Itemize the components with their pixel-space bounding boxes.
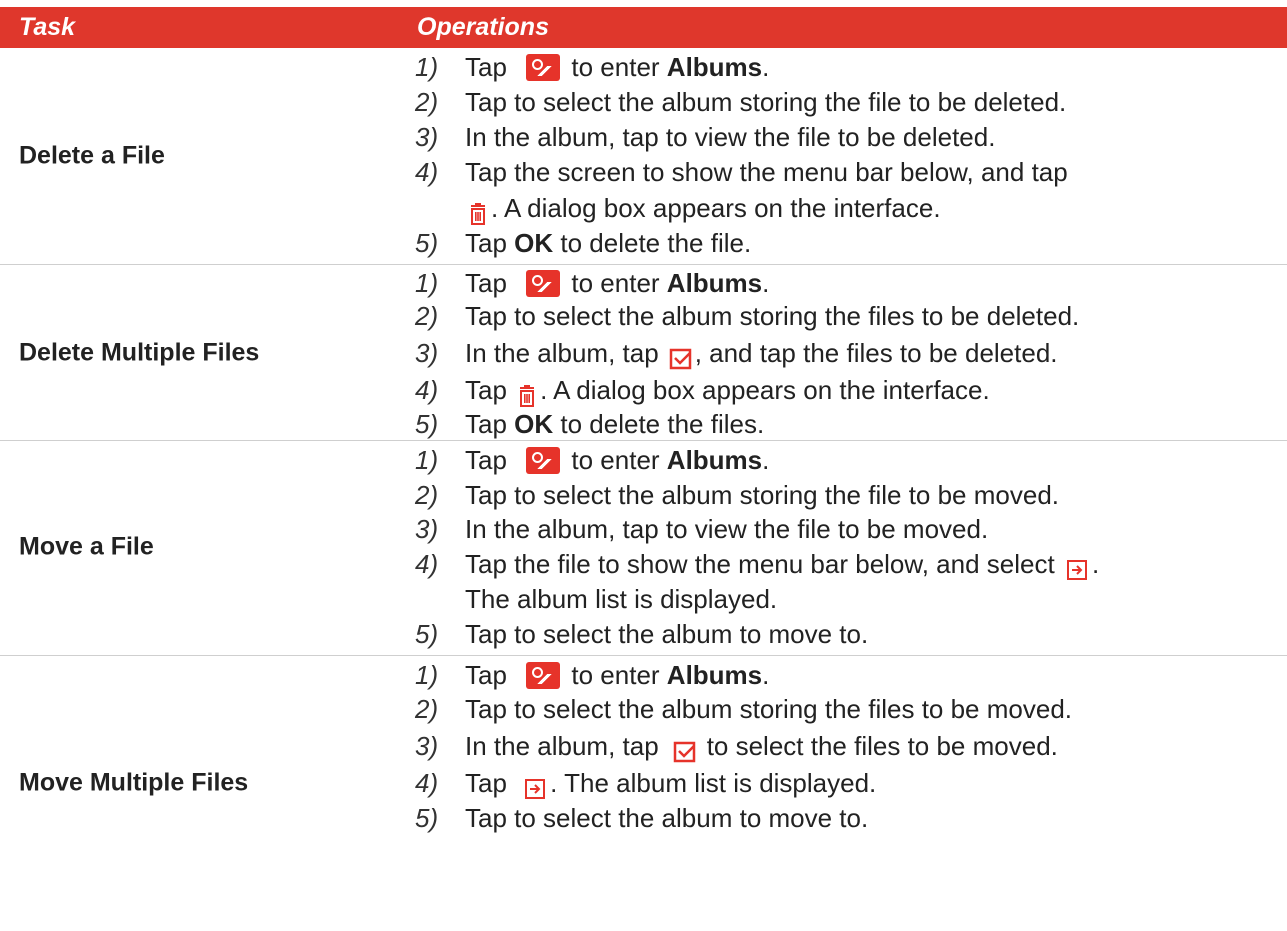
step-continuation: . A dialog box appears on the interface. xyxy=(465,189,941,227)
step-text: Tap to select the album to move to. xyxy=(465,803,869,833)
step-number: 5) xyxy=(415,228,439,258)
step-number: 3) xyxy=(415,731,439,761)
step-number: 5) xyxy=(415,619,439,649)
step-text: Tap to select the album to move to. xyxy=(465,619,869,649)
table-row: Move Multiple Files 1) Tap to enter Albu… xyxy=(0,655,1287,931)
step-text: In the album, tap to view the file to be… xyxy=(465,514,989,544)
step-number: 5) xyxy=(415,803,439,833)
move-to-icon xyxy=(524,772,546,800)
step-text: Tap to enter Albums. xyxy=(465,660,770,690)
step-number: 2) xyxy=(415,480,439,510)
step-text: Tap OK to delete the file. xyxy=(465,228,752,258)
step-text: Tap to select the album storing the file… xyxy=(465,301,1080,331)
select-icon xyxy=(673,735,697,763)
task-label: Delete a File xyxy=(19,141,165,170)
step-text: Tap the screen to show the menu bar belo… xyxy=(465,157,1068,187)
step-text: Tap to select the album storing the file… xyxy=(465,694,1073,724)
task-label: Move a File xyxy=(19,532,154,561)
table-header: Task Operations xyxy=(0,7,1287,48)
step-text: Tap OK to delete the files. xyxy=(465,409,765,439)
task-label: Move Multiple Files xyxy=(19,768,249,797)
step-number: 4) xyxy=(415,549,439,579)
task-label: Delete Multiple Files xyxy=(19,338,260,367)
table-row: Delete a File 1) Tap to enter Albums. 2)… xyxy=(0,48,1287,265)
select-icon xyxy=(669,342,693,370)
step-number: 3) xyxy=(415,514,439,544)
step-text: Tap the file to show the menu bar below,… xyxy=(465,549,1100,581)
step-number: 5) xyxy=(415,409,439,439)
move-to-icon xyxy=(1066,553,1088,581)
step-text: Tap to enter Albums. xyxy=(465,445,770,475)
step-number: 1) xyxy=(415,52,439,82)
step-number: 1) xyxy=(415,445,439,475)
step-number: 2) xyxy=(415,694,439,724)
step-number: 4) xyxy=(415,157,439,187)
trash-icon xyxy=(518,379,536,408)
album-icon xyxy=(526,661,561,689)
step-number: 3) xyxy=(415,338,439,368)
step-text: Tap to select the album storing the file… xyxy=(465,480,1060,510)
step-number: 2) xyxy=(415,301,439,331)
step-text: In the album, tap, and tap the files to … xyxy=(465,338,1058,370)
step-number: 4) xyxy=(415,768,439,798)
album-icon xyxy=(526,446,561,474)
step-text: Tap to select the album storing the file… xyxy=(465,87,1067,117)
step-number: 4) xyxy=(415,375,439,405)
step-continuation: The album list is displayed. xyxy=(465,584,778,614)
table-row: Delete Multiple Files 1) Tap to enter Al… xyxy=(0,264,1287,441)
step-text: In the album, tap to select the files to … xyxy=(465,731,1058,763)
trash-icon xyxy=(469,197,487,226)
step-number: 1) xyxy=(415,660,439,690)
step-text: Tap . The album list is displayed. xyxy=(465,768,877,800)
album-icon xyxy=(526,53,561,81)
step-text: Tap . A dialog box appears on the interf… xyxy=(465,375,990,408)
header-operations: Operations xyxy=(417,13,549,41)
header-task: Task xyxy=(19,13,76,41)
step-text: Tap to enter Albums. xyxy=(465,52,770,82)
step-text: In the album, tap to view the file to be… xyxy=(465,122,996,152)
step-number: 3) xyxy=(415,122,439,152)
table-row: Move a File 1) Tap to enter Albums. 2) T… xyxy=(0,440,1287,656)
album-icon xyxy=(526,269,561,297)
step-number: 2) xyxy=(415,87,439,117)
